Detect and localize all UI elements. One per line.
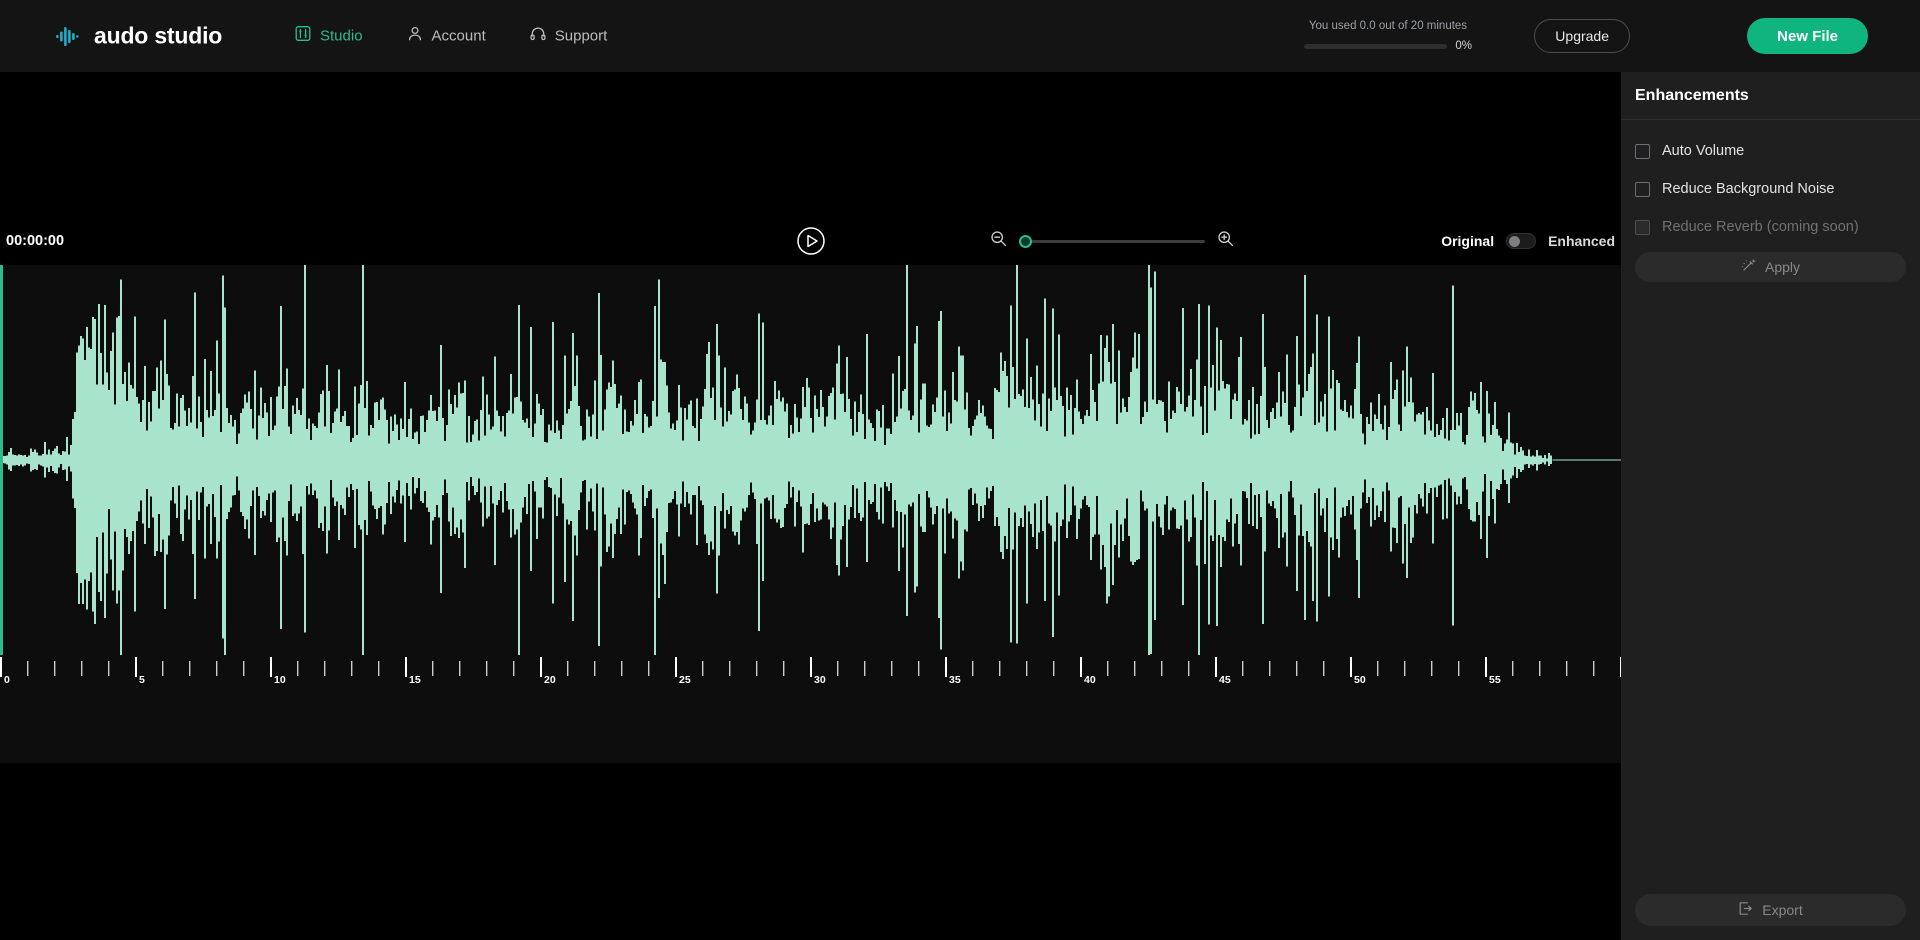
brand-name: audo studio (94, 23, 222, 50)
apply-button-label: Apply (1765, 259, 1800, 275)
enhancements-panel: Enhancements Auto Volume Reduce Backgrou… (1621, 72, 1920, 940)
svg-text:50: 50 (1354, 674, 1366, 686)
enhancements-header: Enhancements (1621, 72, 1920, 120)
usage-meter: You used 0.0 out of 20 minutes 0% (1304, 20, 1472, 52)
app-header: audo studio Studio (0, 0, 1920, 72)
headphones-icon (530, 26, 546, 47)
svg-text:55: 55 (1489, 674, 1501, 686)
upgrade-button[interactable]: Upgrade (1534, 19, 1630, 53)
enhancements-options: Auto Volume Reduce Background Noise Redu… (1621, 120, 1920, 282)
user-icon (407, 26, 423, 47)
nav-label-studio: Studio (320, 28, 363, 45)
timeline-ruler-graphic: 0 5 10 15 20 25 30 35 40 45 50 55 (0, 655, 1621, 763)
compare-switch-knob (1509, 236, 1520, 247)
svg-text:30: 30 (814, 674, 826, 686)
timeline-ruler[interactable]: 0 5 10 15 20 25 30 35 40 45 50 55 (0, 655, 1621, 763)
option-auto-volume[interactable]: Auto Volume (1635, 138, 1906, 164)
export-icon (1738, 901, 1753, 919)
original-label[interactable]: Original (1441, 233, 1494, 249)
svg-text:45: 45 (1219, 674, 1231, 686)
zoom-slider-rail (1019, 240, 1205, 243)
apply-button: Apply (1635, 252, 1906, 282)
timecode-display: 00:00:00 (6, 233, 64, 249)
usage-text: You used 0.0 out of 20 minutes (1304, 20, 1472, 32)
brand-logo[interactable]: audo studio (56, 23, 222, 50)
equalizer-icon (295, 26, 311, 47)
nav-item-studio[interactable]: Studio (295, 26, 363, 47)
export-button-label: Export (1762, 902, 1802, 918)
new-file-button[interactable]: New File (1747, 18, 1868, 54)
magic-wand-icon (1741, 258, 1756, 276)
label-reduce-background-noise: Reduce Background Noise (1662, 181, 1835, 197)
svg-text:15: 15 (409, 674, 421, 686)
nav-label-account: Account (432, 28, 486, 45)
play-circle-icon[interactable] (795, 225, 827, 257)
compare-switch[interactable] (1506, 233, 1536, 249)
original-enhanced-toggle[interactable]: Original Enhanced (1441, 233, 1615, 249)
svg-text:5: 5 (139, 674, 145, 686)
svg-text:25: 25 (679, 674, 691, 686)
zoom-slider[interactable] (1019, 232, 1205, 250)
waveform-graphic (0, 265, 1621, 655)
zoom-slider-knob[interactable] (1019, 235, 1032, 248)
audo-waveform-logo-icon (56, 24, 84, 48)
option-reduce-background-noise[interactable]: Reduce Background Noise (1635, 176, 1906, 202)
nav-label-support: Support (555, 28, 608, 45)
svg-text:40: 40 (1084, 674, 1096, 686)
usage-percent-label: 0% (1455, 40, 1472, 52)
label-auto-volume: Auto Volume (1662, 143, 1744, 159)
zoom-out-icon[interactable] (990, 230, 1007, 252)
svg-text:20: 20 (544, 674, 556, 686)
playhead[interactable] (0, 265, 3, 655)
zoom-controls (990, 230, 1234, 252)
svg-text:0: 0 (4, 674, 10, 686)
editor-area: 00:00:00 (0, 72, 1621, 940)
label-reduce-reverb: Reduce Reverb (coming soon) (1662, 219, 1859, 235)
svg-text:10: 10 (274, 674, 286, 686)
nav-item-account[interactable]: Account (407, 26, 486, 47)
checkbox-auto-volume[interactable] (1635, 144, 1650, 159)
waveform-track[interactable] (0, 265, 1621, 655)
enhanced-label[interactable]: Enhanced (1548, 233, 1615, 249)
main-nav: Studio Account (295, 26, 607, 47)
checkbox-reduce-background-noise[interactable] (1635, 182, 1650, 197)
enhancements-title: Enhancements (1635, 87, 1749, 105)
transport-bar: 00:00:00 (0, 210, 1621, 272)
export-button: Export (1635, 894, 1906, 926)
zoom-in-icon[interactable] (1217, 230, 1234, 252)
usage-progress-bar (1304, 44, 1447, 49)
nav-item-support[interactable]: Support (530, 26, 608, 47)
svg-text:35: 35 (949, 674, 961, 686)
option-reduce-reverb: Reduce Reverb (coming soon) (1635, 214, 1906, 240)
usage-progress-row: 0% (1304, 40, 1472, 52)
app-root: audo studio Studio (0, 0, 1920, 940)
checkbox-reduce-reverb (1635, 220, 1650, 235)
